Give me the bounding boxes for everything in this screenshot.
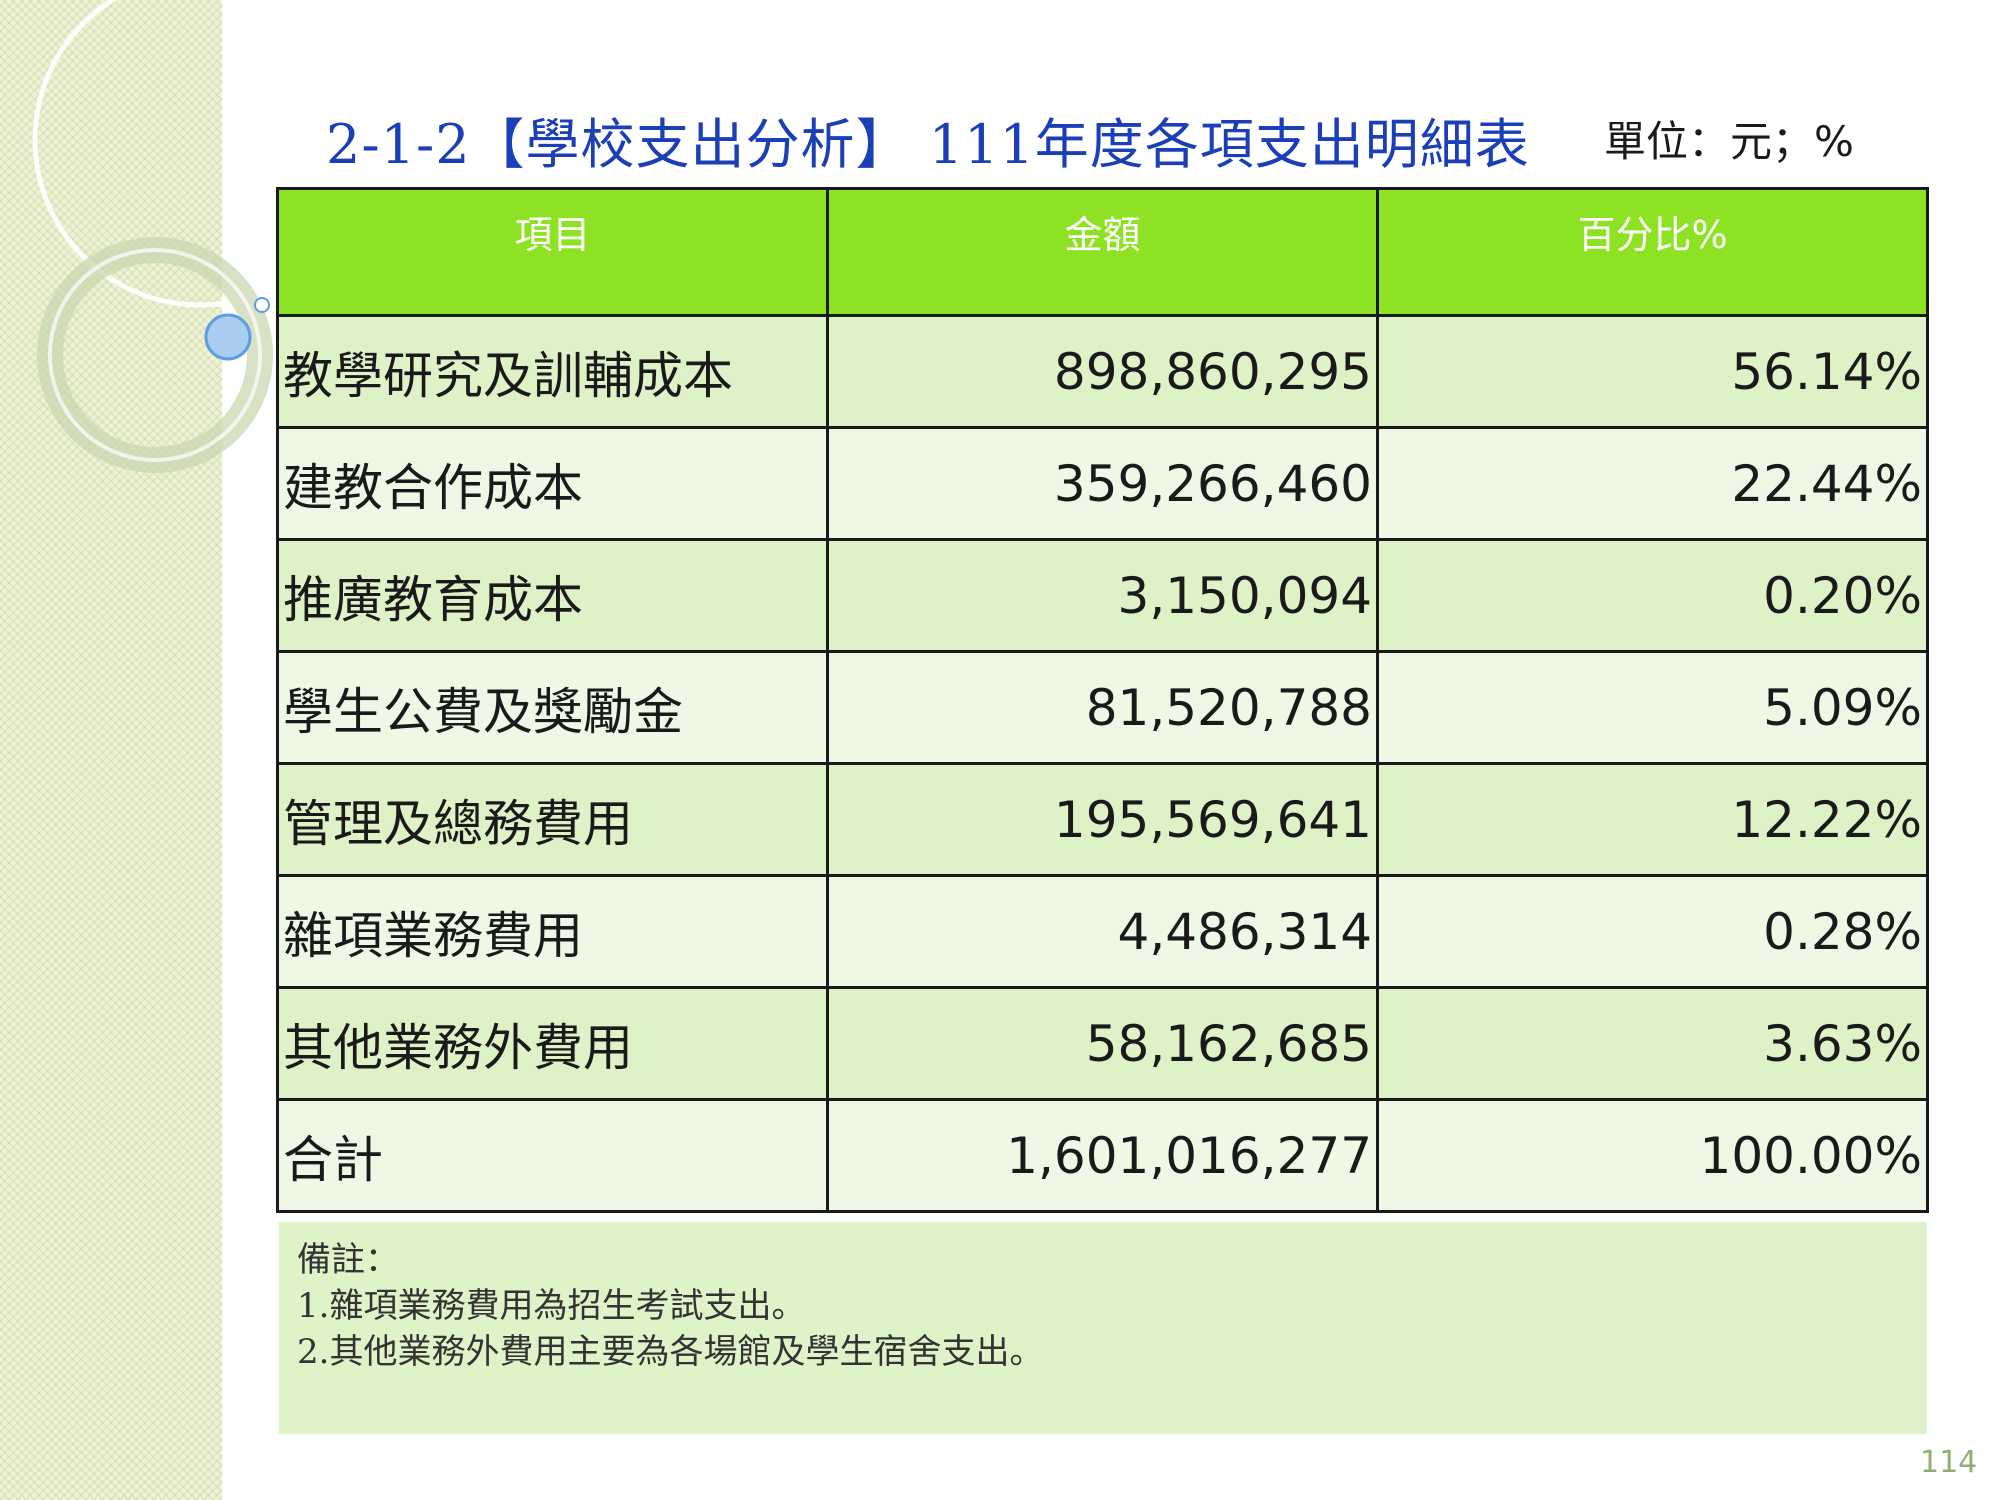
item-cell: 管理及總務費用 (276, 762, 829, 877)
item-cell: 學生公費及獎勵金 (276, 650, 829, 765)
item-cell: 雜項業務費用 (276, 874, 829, 989)
header-amount: 金額 (826, 187, 1379, 317)
percent-cell: 0.20% (1376, 538, 1929, 653)
table-row: 其他業務外費用 58,162,685 3.63% (276, 986, 1929, 1101)
amount-cell: 58,162,685 (826, 986, 1379, 1101)
total-percent-cell: 100.00% (1376, 1098, 1929, 1213)
table-row: 雜項業務費用 4,486,314 0.28% (276, 874, 1929, 989)
item-cell: 建教合作成本 (276, 426, 829, 541)
decorative-rings (32, 0, 300, 473)
percent-cell: 0.28% (1376, 874, 1929, 989)
item-cell: 其他業務外費用 (276, 986, 829, 1101)
amount-cell: 898,860,295 (826, 314, 1379, 429)
unit-label: 單位：元；% (1604, 117, 1854, 166)
header-percent: 百分比% (1376, 187, 1929, 317)
total-amount-cell: 1,601,016,277 (826, 1098, 1379, 1213)
table-header-row: 項目 金額 百分比% (276, 187, 1929, 317)
percent-cell: 56.14% (1376, 314, 1929, 429)
page-number: 114 (1920, 1445, 1978, 1480)
table-row: 學生公費及獎勵金 81,520,788 5.09% (276, 650, 1929, 765)
amount-cell: 3,150,094 (826, 538, 1379, 653)
percent-cell: 5.09% (1376, 650, 1929, 765)
amount-cell: 81,520,788 (826, 650, 1379, 765)
amount-cell: 195,569,641 (826, 762, 1379, 877)
table-row: 建教合作成本 359,266,460 22.44% (276, 426, 1929, 541)
item-cell: 推廣教育成本 (276, 538, 829, 653)
percent-cell: 3.63% (1376, 986, 1929, 1101)
amount-cell: 359,266,460 (826, 426, 1379, 541)
table-total-row: 合計 1,601,016,277 100.00% (276, 1098, 1929, 1213)
percent-cell: 22.44% (1376, 426, 1929, 541)
total-label-cell: 合計 (276, 1098, 829, 1213)
table-row: 推廣教育成本 3,150,094 0.20% (276, 538, 1929, 653)
small-blue-bubble (254, 297, 270, 313)
note-line: 1.雜項業務費用為招生考試支出。 (297, 1286, 806, 1326)
title-row: 2-1-2【學校支出分析】 111年度各項支出明細表 單位：元；% (326, 100, 1926, 180)
blue-bubble (204, 313, 252, 361)
amount-cell: 4,486,314 (826, 874, 1379, 989)
item-cell: 教學研究及訓輔成本 (276, 314, 829, 429)
table-row: 教學研究及訓輔成本 898,860,295 56.14% (276, 314, 1929, 429)
header-item: 項目 (276, 187, 829, 317)
percent-cell: 12.22% (1376, 762, 1929, 877)
table-row: 管理及總務費用 195,569,641 12.22% (276, 762, 1929, 877)
note-line: 2.其他業務外費用主要為各場館及學生宿舍支出。 (297, 1332, 1044, 1372)
page-title: 2-1-2【學校支出分析】 111年度各項支出明細表 (326, 113, 1530, 176)
expense-table: 項目 金額 百分比% 教學研究及訓輔成本 898,860,295 56.14% … (276, 187, 1929, 1213)
notes-box: 備註： 1.雜項業務費用為招生考試支出。 2.其他業務外費用主要為各場館及學生宿… (279, 1222, 1927, 1434)
notes-heading: 備註： (297, 1240, 399, 1280)
